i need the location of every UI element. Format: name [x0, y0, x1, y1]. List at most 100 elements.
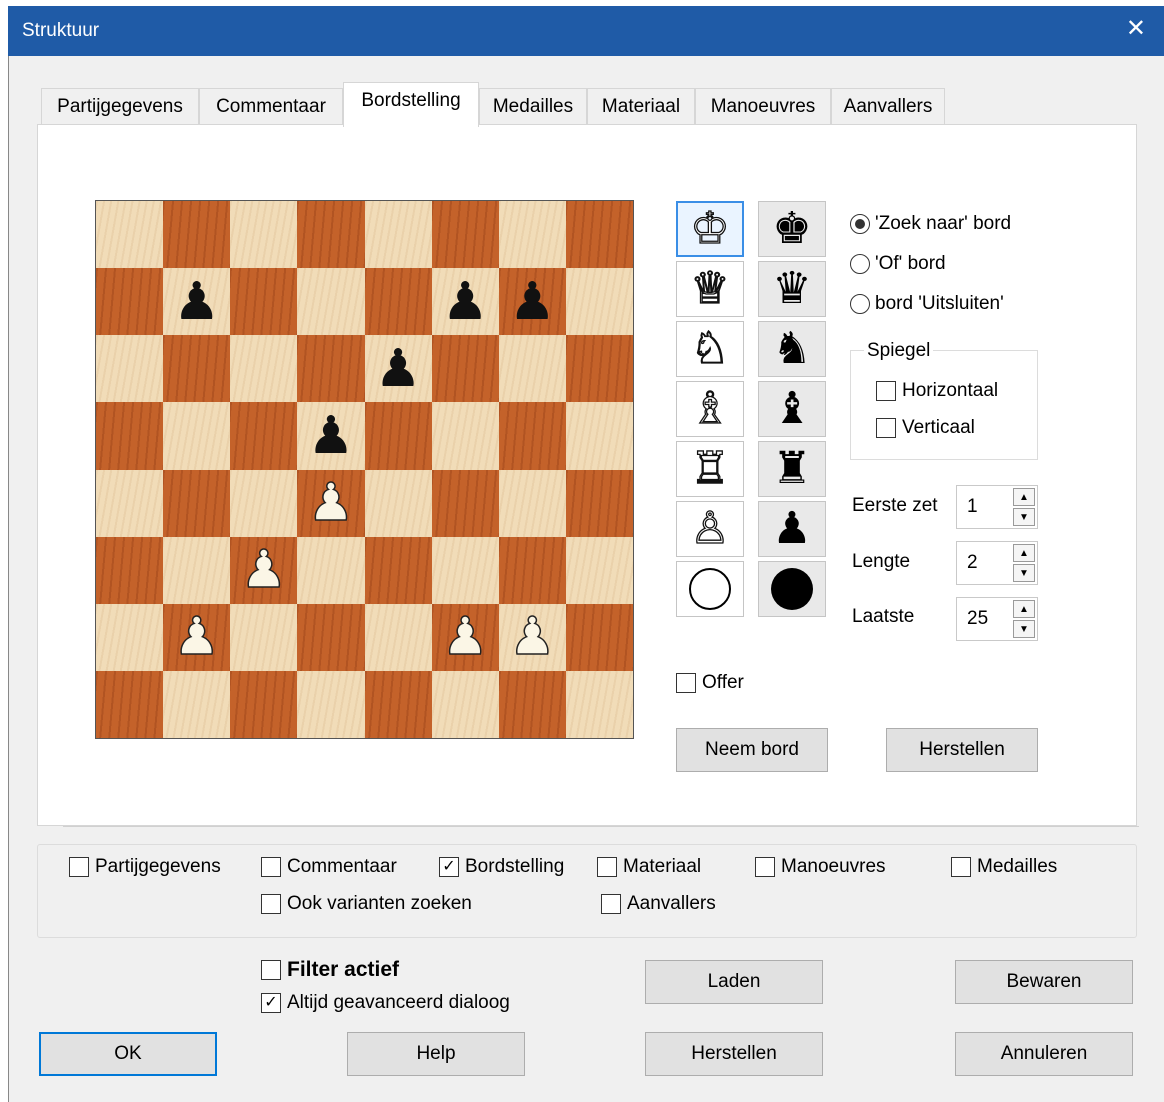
checkbox-filter-actief[interactable]: Filter actief	[261, 958, 399, 982]
white-pawn-icon[interactable]: ♟	[508, 611, 556, 665]
white-pawn-icon[interactable]: ♟	[307, 476, 355, 530]
white-pawn-icon[interactable]: ♟	[240, 543, 288, 597]
board-square[interactable]	[297, 670, 365, 738]
board-square[interactable]	[565, 268, 633, 336]
tab-materiaal[interactable]: Materiaal	[587, 88, 695, 126]
tab-manoeuvres[interactable]: Manoeuvres	[695, 88, 831, 126]
board-square[interactable]	[565, 536, 633, 604]
board-square[interactable]	[431, 469, 499, 537]
checkbox-partijgegevens[interactable]: Partijgegevens	[69, 856, 221, 878]
white-pawn-icon[interactable]: ♟	[441, 611, 489, 665]
spinner-lengte[interactable]: 2 ▲ ▼	[956, 541, 1038, 585]
board-square[interactable]	[364, 536, 432, 604]
board-square[interactable]	[498, 469, 566, 537]
board-square[interactable]	[163, 536, 231, 604]
board-square[interactable]	[96, 469, 164, 537]
board-square[interactable]	[364, 670, 432, 738]
board-square[interactable]	[498, 201, 566, 269]
black-circle-button[interactable]	[758, 561, 826, 617]
black-queen-button[interactable]: ♛	[758, 261, 826, 317]
board-square[interactable]	[96, 335, 164, 403]
checkbox-geavanceerd-dialoog[interactable]: ✓ Altijd geavanceerd dialoog	[261, 992, 510, 1014]
radio-bord-uitsluiten[interactable]: bord 'Uitsluiten'	[850, 293, 1004, 315]
radio-zoek-naar-bord[interactable]: 'Zoek naar' bord	[850, 213, 1011, 235]
black-rook-button[interactable]: ♜	[758, 441, 826, 497]
close-icon[interactable]: ✕	[1126, 14, 1146, 43]
board-reset-button[interactable]: Herstellen	[886, 728, 1038, 772]
spin-up-icon[interactable]: ▲	[1013, 544, 1035, 562]
board-square[interactable]: ♟	[431, 603, 499, 671]
board-square[interactable]	[565, 469, 633, 537]
white-rook-button[interactable]: ♖	[676, 441, 744, 497]
black-pawn-icon[interactable]: ♟	[442, 276, 489, 328]
white-pawn-button[interactable]: ♙	[676, 501, 744, 557]
tab-bordstelling[interactable]: Bordstelling	[343, 82, 479, 127]
neem-bord-button[interactable]: Neem bord	[676, 728, 828, 772]
radio-of-bord[interactable]: 'Of' bord	[850, 253, 946, 275]
board-square[interactable]	[297, 335, 365, 403]
board-square[interactable]	[230, 603, 298, 671]
board-square[interactable]	[364, 268, 432, 336]
board-square[interactable]	[431, 670, 499, 738]
bewaren-button[interactable]: Bewaren	[955, 960, 1133, 1004]
checkbox-aanvallers[interactable]: Aanvallers	[601, 893, 716, 915]
board-square[interactable]: ♟	[163, 603, 231, 671]
board-square[interactable]	[96, 670, 164, 738]
herstellen-button[interactable]: Herstellen	[645, 1032, 823, 1076]
white-queen-button[interactable]: ♕	[676, 261, 744, 317]
board-square[interactable]	[431, 536, 499, 604]
board-square[interactable]	[565, 603, 633, 671]
board-square[interactable]	[230, 469, 298, 537]
white-knight-button[interactable]: ♘	[676, 321, 744, 377]
board-square[interactable]	[96, 268, 164, 336]
board-square[interactable]	[431, 201, 499, 269]
black-pawn-icon[interactable]: ♟	[308, 410, 355, 462]
checkbox-offer[interactable]: Offer	[676, 672, 744, 694]
black-king-button[interactable]: ♚	[758, 201, 826, 257]
board-square[interactable]	[96, 402, 164, 470]
board-square[interactable]	[230, 201, 298, 269]
board-square[interactable]	[297, 536, 365, 604]
board-square[interactable]	[96, 201, 164, 269]
spin-up-icon[interactable]: ▲	[1013, 600, 1035, 618]
board-square[interactable]	[96, 603, 164, 671]
tab-partijgegevens[interactable]: Partijgegevens	[41, 88, 199, 126]
white-bishop-button[interactable]: ♗	[676, 381, 744, 437]
board-square[interactable]	[364, 603, 432, 671]
ok-button[interactable]: OK	[39, 1032, 217, 1076]
board-square[interactable]	[163, 201, 231, 269]
spin-down-icon[interactable]: ▼	[1013, 620, 1035, 638]
board-square[interactable]	[297, 201, 365, 269]
spin-up-icon[interactable]: ▲	[1013, 488, 1035, 506]
board-square[interactable]	[230, 335, 298, 403]
help-button[interactable]: Help	[347, 1032, 525, 1076]
black-pawn-icon[interactable]: ♟	[375, 343, 422, 395]
board-square[interactable]: ♟	[364, 335, 432, 403]
tab-aanvallers[interactable]: Aanvallers	[831, 88, 945, 126]
black-pawn-button[interactable]: ♟	[758, 501, 826, 557]
board-square[interactable]	[565, 201, 633, 269]
board-square[interactable]	[163, 670, 231, 738]
board-square[interactable]: ♟	[163, 268, 231, 336]
chess-board[interactable]: ♟ ♟ ♟ ♟ ♟ ♟ ♟ ♟ ♟ ♟	[95, 200, 634, 739]
board-square[interactable]: ♟	[297, 402, 365, 470]
white-king-button[interactable]: ♔	[676, 201, 744, 257]
tab-medailles[interactable]: Medailles	[479, 88, 587, 126]
board-square[interactable]	[230, 268, 298, 336]
board-square[interactable]: ♟	[230, 536, 298, 604]
annuleren-button[interactable]: Annuleren	[955, 1032, 1133, 1076]
board-square[interactable]	[230, 670, 298, 738]
checkbox-manoeuvres[interactable]: Manoeuvres	[755, 856, 886, 878]
board-square[interactable]: ♟	[498, 603, 566, 671]
black-knight-button[interactable]: ♞	[758, 321, 826, 377]
spin-down-icon[interactable]: ▼	[1013, 564, 1035, 582]
board-square[interactable]	[96, 536, 164, 604]
black-bishop-button[interactable]: ♝	[758, 381, 826, 437]
checkbox-horizontaal[interactable]: Horizontaal	[876, 380, 998, 402]
board-square[interactable]	[163, 469, 231, 537]
board-square[interactable]	[163, 335, 231, 403]
board-square[interactable]	[498, 536, 566, 604]
board-square[interactable]	[297, 603, 365, 671]
board-square[interactable]	[431, 402, 499, 470]
board-square[interactable]	[230, 402, 298, 470]
